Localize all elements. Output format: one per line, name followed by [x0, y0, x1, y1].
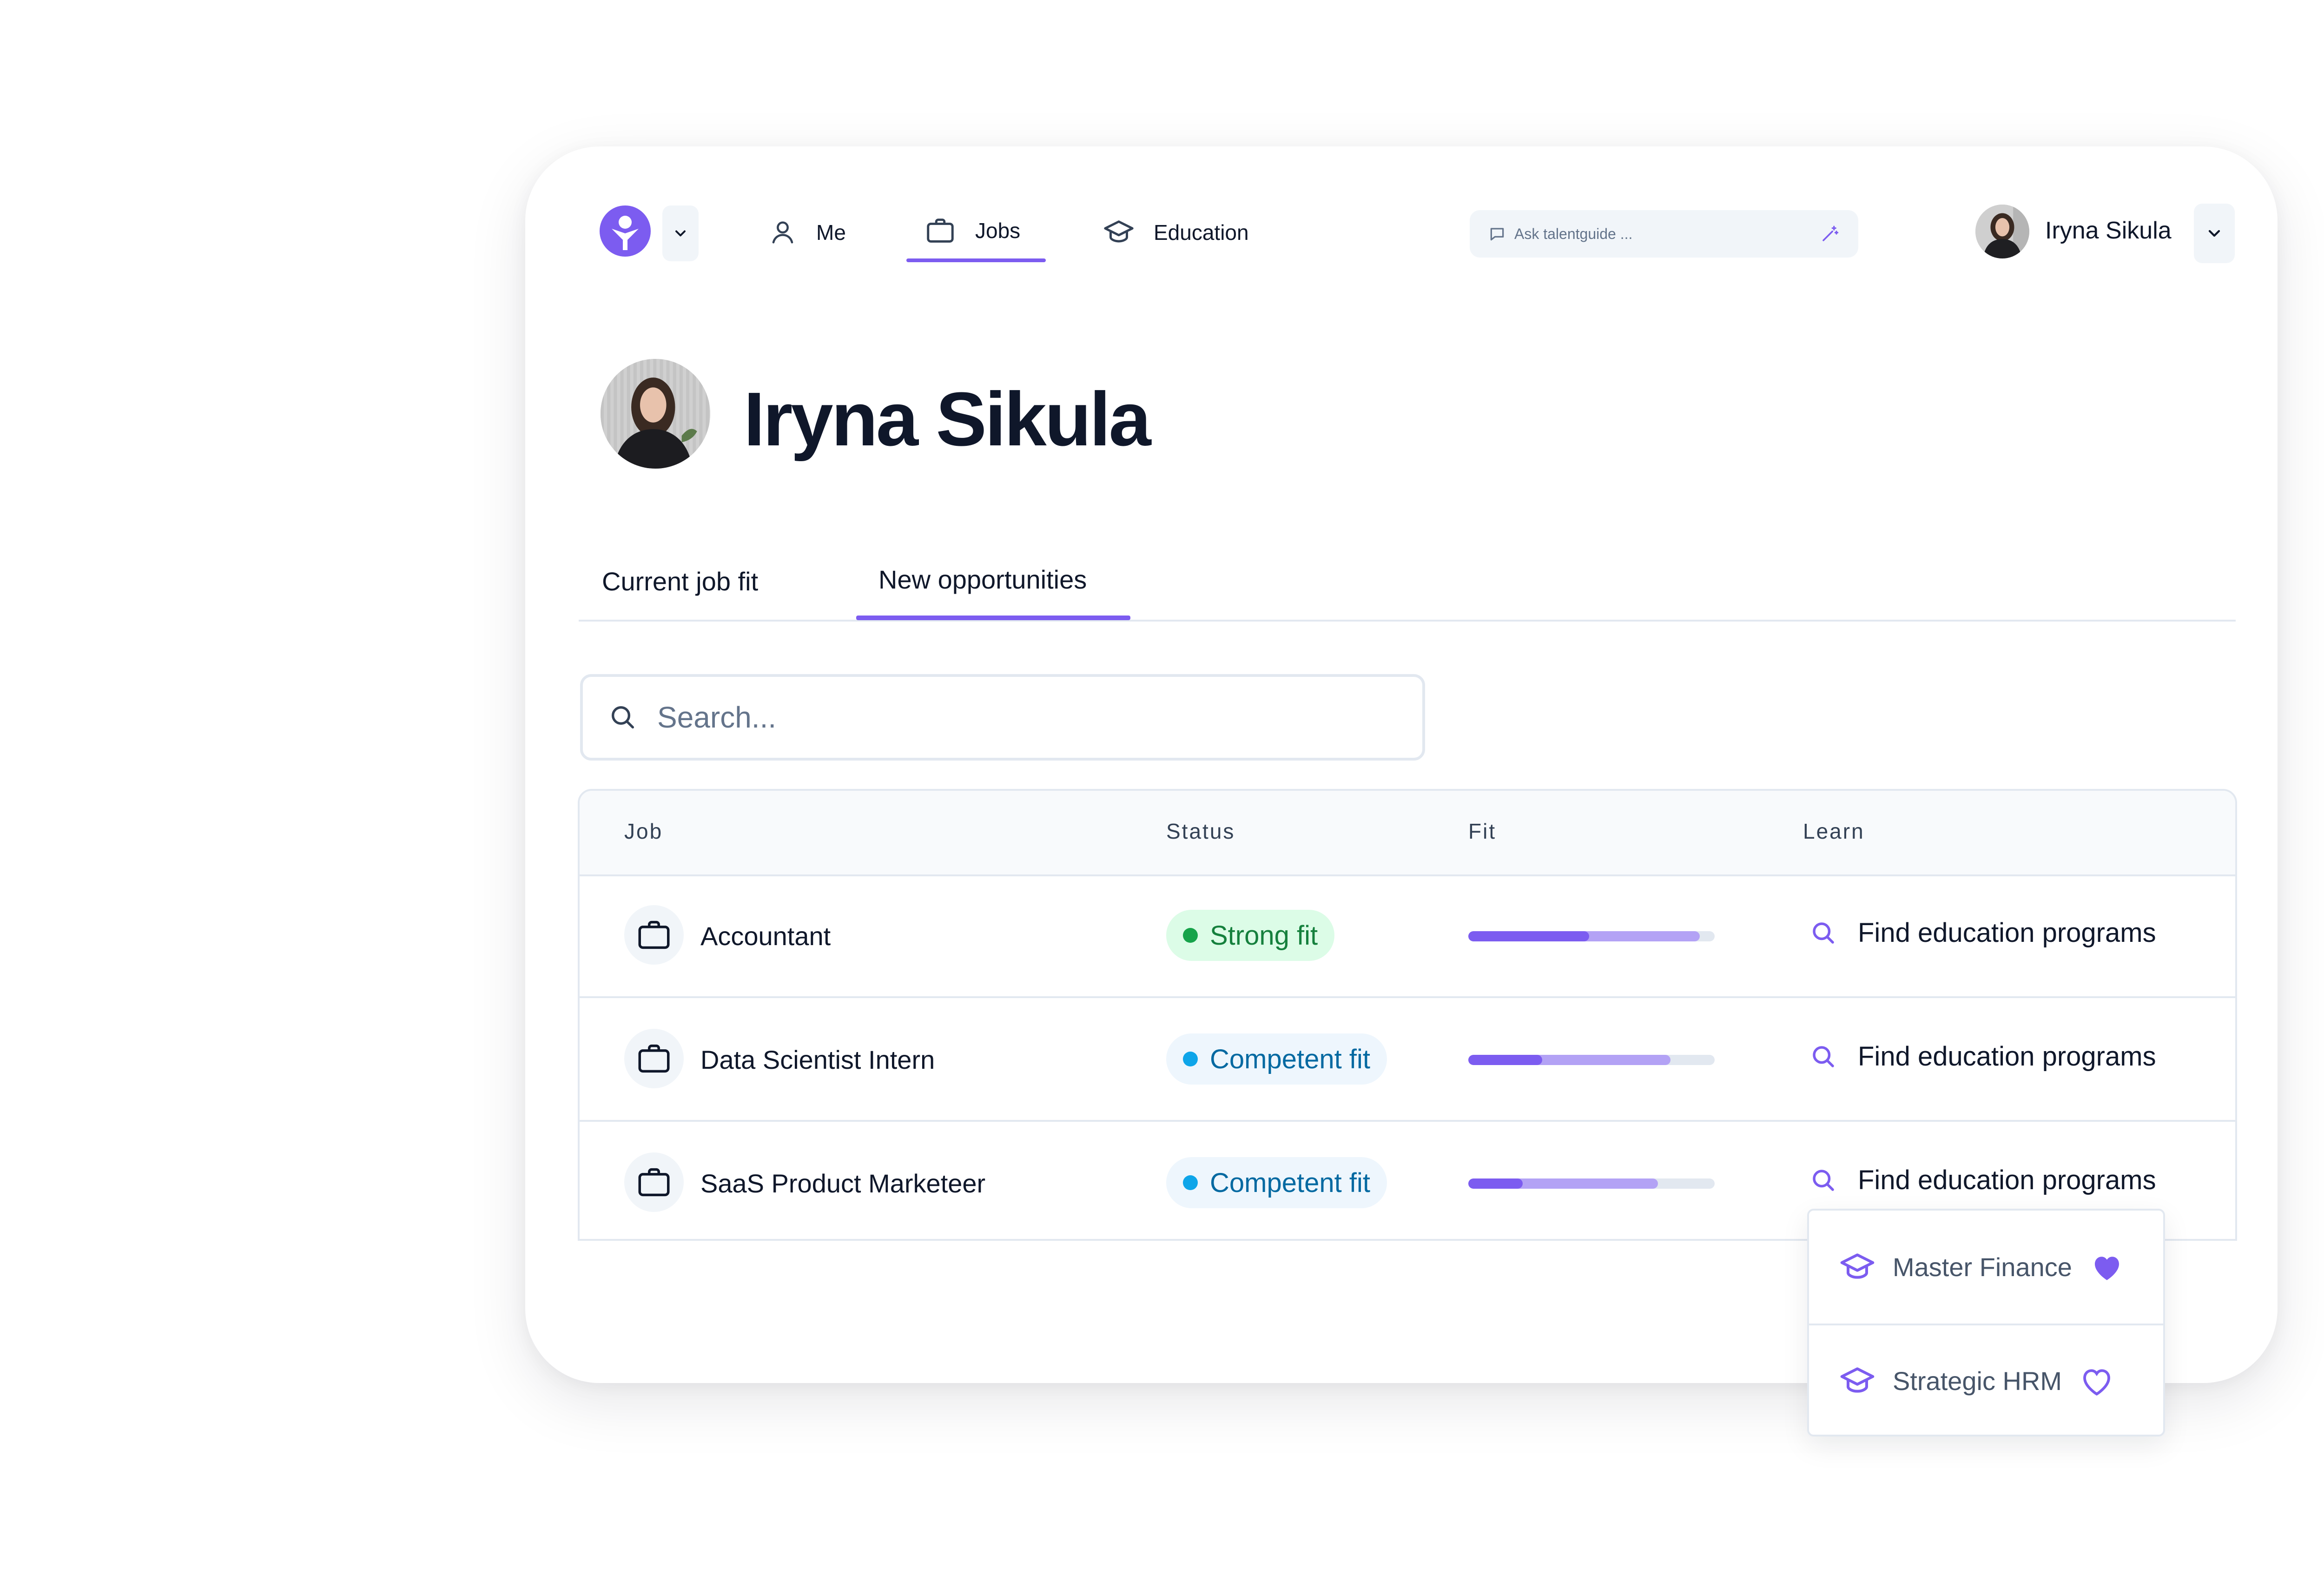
- nav-item-label: Me: [816, 220, 846, 245]
- status-label: Strong fit: [1210, 920, 1318, 951]
- briefcase-icon: [624, 905, 684, 965]
- education-option-strategic-hrm[interactable]: Strategic HRM: [1809, 1324, 2163, 1437]
- job-name: Data Scientist Intern: [700, 1045, 935, 1074]
- page-title: Iryna Sikula: [744, 377, 1151, 462]
- fit-bar: [1468, 1178, 1715, 1189]
- column-header-learn: Learn: [1803, 819, 1865, 843]
- chevron-down-icon: [675, 230, 686, 237]
- search-icon: [1813, 1169, 1834, 1191]
- nav-item-education[interactable]: Education: [1103, 214, 1249, 251]
- table-row[interactable]: Data Scientist Intern Competent fit Find…: [580, 998, 2235, 1122]
- fit-bar-strong: [1468, 931, 1589, 941]
- jobs-table: Job Status Fit Learn Accountant Strong f…: [578, 789, 2237, 1241]
- fit-bar: [1468, 931, 1715, 941]
- briefcase-icon: [624, 1029, 684, 1088]
- graduation-cap-icon: [1840, 1367, 1875, 1393]
- status-badge: Competent fit: [1166, 1033, 1387, 1085]
- search-icon: [612, 706, 634, 728]
- learn-label: Find education programs: [1858, 1041, 2156, 1072]
- job-name: Accountant: [700, 921, 831, 951]
- status-label: Competent fit: [1210, 1044, 1370, 1074]
- search-icon: [1813, 1046, 1834, 1067]
- education-option-master-finance[interactable]: Master Finance: [1809, 1211, 2163, 1324]
- briefcase-icon: [624, 1152, 684, 1212]
- education-option-label: Master Finance: [1893, 1252, 2072, 1282]
- table-header: Job Status Fit Learn: [580, 791, 2235, 876]
- learn-label: Find education programs: [1858, 918, 2156, 948]
- learn-label: Find education programs: [1858, 1165, 2156, 1195]
- heart-outline-icon[interactable]: [2079, 1363, 2115, 1399]
- magic-wand-icon: [1822, 225, 1839, 241]
- status-badge: Strong fit: [1166, 910, 1335, 961]
- user-avatar[interactable]: [1975, 205, 2029, 258]
- nav-item-me[interactable]: Me: [768, 214, 846, 251]
- tabs-divider: [579, 620, 2236, 622]
- education-option-label: Strategic HRM: [1893, 1366, 2062, 1396]
- search-input[interactable]: [656, 700, 1355, 735]
- nav-item-jobs[interactable]: Jobs: [924, 212, 1020, 249]
- nav-item-label: Education: [1154, 220, 1249, 245]
- profile-avatar: [601, 359, 710, 469]
- user-icon: [772, 221, 793, 244]
- status-label: Competent fit: [1210, 1167, 1370, 1198]
- status-dot: [1183, 1052, 1198, 1066]
- column-header-fit: Fit: [1468, 819, 1497, 843]
- find-education-link[interactable]: Find education programs: [1809, 1165, 2156, 1196]
- user-name: Iryna Sikula: [2045, 217, 2172, 244]
- tab-active-indicator: [856, 616, 1130, 620]
- education-dropdown: Master Finance Strategic HRM: [1807, 1209, 2165, 1437]
- nav-item-label: Jobs: [975, 218, 1021, 243]
- ask-talentguide-input[interactable]: Ask talentguide ...: [1470, 210, 1858, 258]
- fit-bar: [1468, 1055, 1715, 1065]
- find-education-link[interactable]: Find education programs: [1809, 917, 2156, 948]
- chat-bubble-icon: [1490, 228, 1504, 241]
- tab-current-job-fit[interactable]: Current job fit: [602, 566, 758, 596]
- graduation-cap-icon: [1104, 220, 1134, 243]
- tab-new-opportunities[interactable]: New opportunities: [878, 564, 1087, 595]
- status-dot: [1183, 928, 1198, 943]
- app-logo[interactable]: [600, 205, 651, 257]
- find-education-link[interactable]: Find education programs: [1809, 1041, 2156, 1072]
- ask-placeholder: Ask talentguide ...: [1514, 225, 1633, 242]
- chevron-down-icon: [2208, 230, 2220, 237]
- briefcase-icon: [927, 218, 954, 243]
- search-icon: [1813, 922, 1834, 944]
- logo-menu-button[interactable]: [662, 205, 699, 261]
- table-row[interactable]: Accountant Strong fit Find education pro…: [580, 874, 2235, 998]
- heart-filled-icon[interactable]: [2089, 1249, 2125, 1285]
- search-box[interactable]: [580, 674, 1425, 761]
- job-name: SaaS Product Marketeer: [700, 1169, 986, 1198]
- status-badge: Competent fit: [1166, 1157, 1387, 1208]
- fit-bar-strong: [1468, 1055, 1542, 1065]
- status-dot: [1183, 1175, 1198, 1190]
- graduation-cap-icon: [1840, 1253, 1875, 1279]
- user-menu-button[interactable]: [2194, 204, 2235, 263]
- fit-bar-strong: [1468, 1178, 1523, 1189]
- nav-active-indicator: [906, 258, 1046, 262]
- column-header-job: Job: [624, 819, 663, 843]
- column-header-status: Status: [1166, 819, 1235, 843]
